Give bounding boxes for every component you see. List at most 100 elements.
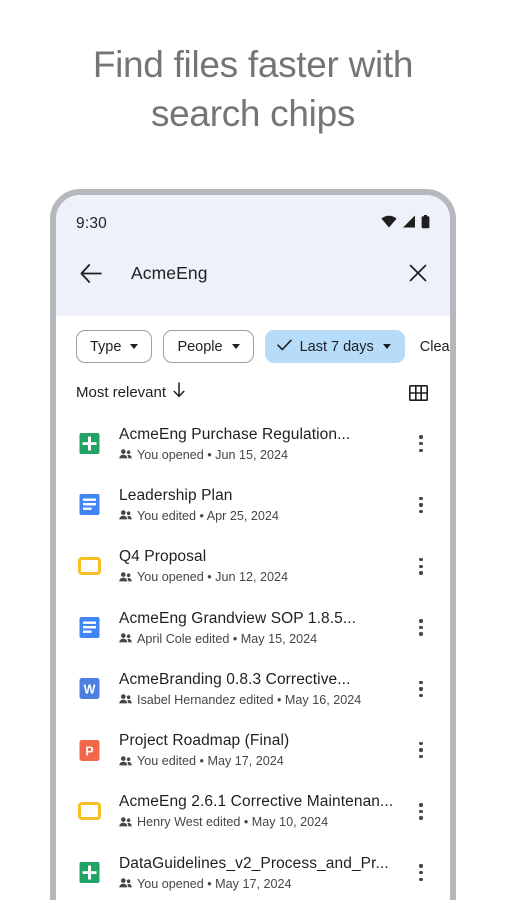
table-row[interactable]: AcmeEng 2.6.1 Corrective Maintenan... He… <box>56 781 450 842</box>
file-title: Project Roadmap (Final) <box>119 731 406 751</box>
file-info: DataGuidelines_v2_Process_and_Pr... You … <box>119 854 406 892</box>
file-meta: Isabel Hernandez edited • May 16, 2024 <box>119 693 406 708</box>
search-input[interactable]: AcmeEng <box>131 263 404 284</box>
file-info: Project Roadmap (Final) You edited • May… <box>119 731 406 769</box>
file-title: Q4 Proposal <box>119 547 406 567</box>
word-icon: W <box>76 676 102 702</box>
table-row[interactable]: Leadership Plan You edited • Apr 25, 202… <box>56 474 450 535</box>
table-row[interactable]: W AcmeBranding 0.8.3 Corrective... Isabe… <box>56 658 450 719</box>
status-bar: 9:30 <box>56 211 450 237</box>
file-title: DataGuidelines_v2_Process_and_Pr... <box>119 854 406 874</box>
file-meta-text: April Cole edited • May 15, 2024 <box>137 632 317 647</box>
wifi-icon <box>381 215 397 233</box>
sheets-icon <box>76 860 102 886</box>
shared-people-icon <box>119 693 132 707</box>
more-options-icon[interactable] <box>406 435 436 452</box>
file-info: AcmeBranding 0.8.3 Corrective... Isabel … <box>119 670 406 708</box>
chip-last-7-days[interactable]: Last 7 days <box>265 330 405 363</box>
file-title: Leadership Plan <box>119 486 406 506</box>
file-meta-text: You opened • May 17, 2024 <box>137 877 292 892</box>
more-options-icon[interactable] <box>406 619 436 636</box>
shared-people-icon <box>119 877 132 891</box>
more-options-icon[interactable] <box>406 803 436 820</box>
file-title: AcmeEng 2.6.1 Corrective Maintenan... <box>119 792 406 812</box>
promo-screenshot: Find files faster with search chips 9:30 <box>0 0 506 900</box>
file-info: Q4 Proposal You opened • Jun 12, 2024 <box>119 547 406 585</box>
page-headline: Find files faster with search chips <box>0 40 506 138</box>
file-title: AcmeEng Purchase Regulation... <box>119 425 406 445</box>
file-info: AcmeEng Grandview SOP 1.8.5... April Col… <box>119 609 406 647</box>
file-results-list: AcmeEng Purchase Regulation... You opene… <box>56 413 450 900</box>
back-arrow-icon[interactable] <box>76 258 106 288</box>
chip-type-label: Type <box>90 339 121 355</box>
file-meta: You opened • May 17, 2024 <box>119 877 406 892</box>
chip-type[interactable]: Type <box>76 330 152 363</box>
folder-icon <box>76 798 102 824</box>
shared-people-icon <box>119 816 132 830</box>
headline-line-2: search chips <box>0 89 506 138</box>
shared-people-icon <box>119 571 132 585</box>
file-meta-text: You opened • Jun 15, 2024 <box>137 448 288 463</box>
cellular-signal-icon <box>402 215 416 233</box>
folder-icon <box>76 553 102 579</box>
file-meta: You edited • May 17, 2024 <box>119 754 406 769</box>
table-row[interactable]: AcmeEng Grandview SOP 1.8.5... April Col… <box>56 597 450 658</box>
check-icon <box>277 339 292 354</box>
sort-control[interactable]: Most relevant <box>76 382 186 403</box>
file-meta-text: Isabel Hernandez edited • May 16, 2024 <box>137 693 361 708</box>
docs-icon <box>76 492 102 518</box>
chevron-down-icon <box>130 344 138 349</box>
chevron-down-icon <box>232 344 240 349</box>
grid-view-icon[interactable] <box>409 385 428 401</box>
sort-label: Most relevant <box>76 384 166 401</box>
more-options-icon[interactable] <box>406 864 436 881</box>
docs-icon <box>76 615 102 641</box>
file-title: AcmeBranding 0.8.3 Corrective... <box>119 670 406 690</box>
more-options-icon[interactable] <box>406 742 436 759</box>
file-meta: You edited • Apr 25, 2024 <box>119 509 406 524</box>
chip-people[interactable]: People <box>163 330 253 363</box>
app-header: 9:30 <box>56 195 450 316</box>
file-meta-text: Henry West edited • May 10, 2024 <box>137 815 328 830</box>
file-info: AcmeEng Purchase Regulation... You opene… <box>119 425 406 463</box>
file-meta-text: You edited • May 17, 2024 <box>137 754 284 769</box>
svg-text:P: P <box>85 744 93 758</box>
shared-people-icon <box>119 448 132 462</box>
more-options-icon[interactable] <box>406 558 436 575</box>
chevron-down-icon <box>383 344 391 349</box>
file-info: AcmeEng 2.6.1 Corrective Maintenan... He… <box>119 792 406 830</box>
shared-people-icon <box>119 755 132 769</box>
shared-people-icon <box>119 509 132 523</box>
file-title: AcmeEng Grandview SOP 1.8.5... <box>119 609 406 629</box>
svg-text:W: W <box>83 683 95 697</box>
battery-icon <box>421 215 430 234</box>
more-options-icon[interactable] <box>406 497 436 514</box>
powerpoint-icon: P <box>76 737 102 763</box>
headline-line-1: Find files faster with <box>0 40 506 89</box>
status-clock: 9:30 <box>76 215 107 233</box>
table-row[interactable]: AcmeEng Purchase Regulation... You opene… <box>56 413 450 474</box>
file-meta: You opened • Jun 12, 2024 <box>119 570 406 585</box>
phone-mockup: 9:30 <box>50 189 456 900</box>
chip-people-label: People <box>177 339 222 355</box>
search-bar[interactable]: AcmeEng <box>56 237 450 309</box>
close-icon[interactable] <box>404 259 432 287</box>
sort-and-view-row: Most relevant <box>56 376 450 413</box>
chip-last-7-days-label: Last 7 days <box>300 339 374 355</box>
table-row[interactable]: Q4 Proposal You opened • Jun 12, 2024 <box>56 536 450 597</box>
file-meta: April Cole edited • May 15, 2024 <box>119 632 406 647</box>
sheets-icon <box>76 431 102 457</box>
file-meta-text: You edited • Apr 25, 2024 <box>137 509 279 524</box>
file-info: Leadership Plan You edited • Apr 25, 202… <box>119 486 406 524</box>
file-meta: You opened • Jun 15, 2024 <box>119 448 406 463</box>
shared-people-icon <box>119 632 132 646</box>
file-meta-text: You opened • Jun 12, 2024 <box>137 570 288 585</box>
clear-filters-button[interactable]: Clear <box>420 339 450 355</box>
arrow-down-icon <box>172 382 186 403</box>
filter-chips-row: Type People Last 7 days Clear <box>56 316 450 376</box>
table-row[interactable]: DataGuidelines_v2_Process_and_Pr... You … <box>56 842 450 900</box>
more-options-icon[interactable] <box>406 681 436 698</box>
file-meta: Henry West edited • May 10, 2024 <box>119 815 406 830</box>
status-icon-group <box>381 215 430 234</box>
table-row[interactable]: P Project Roadmap (Final) You edited • M… <box>56 719 450 780</box>
